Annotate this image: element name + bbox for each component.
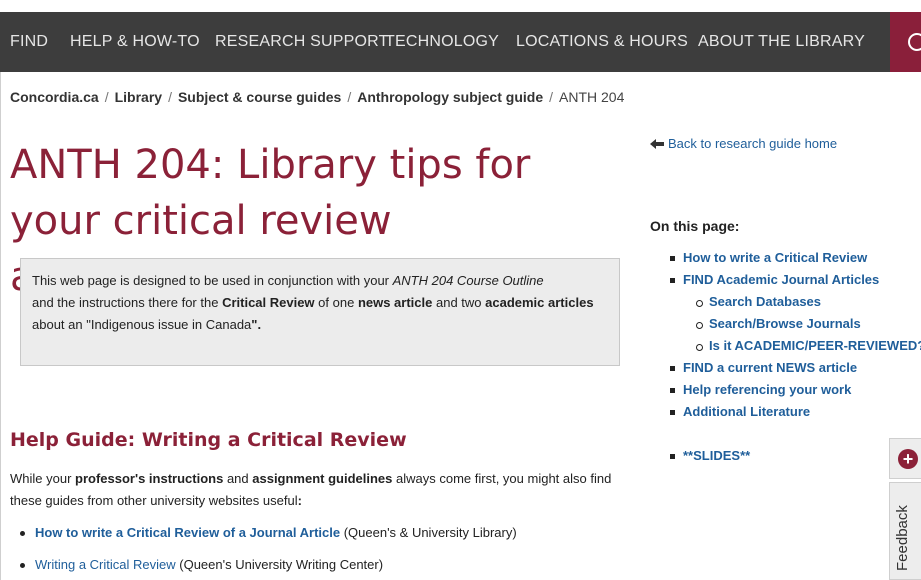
- breadcrumb-current: ANTH 204: [559, 89, 625, 105]
- intro-professor-instructions: professor's instructions: [75, 471, 224, 486]
- list-item: Additional Literature: [670, 403, 921, 425]
- back-to-guide-home-link[interactable]: Back to research guide home: [650, 136, 837, 151]
- breadcrumb-concordia[interactable]: Concordia.ca: [10, 89, 99, 105]
- back-link-label: Back to research guide home: [668, 136, 838, 151]
- toc-find-journal-articles[interactable]: FIND Academic Journal Articles: [683, 272, 879, 287]
- breadcrumb-anthropology-guide[interactable]: Anthropology subject guide: [357, 89, 543, 105]
- feedback-tab[interactable]: Feedback: [889, 482, 921, 580]
- intro-text: and: [223, 471, 253, 486]
- course-notice-box: This web page is designed to be used in …: [20, 258, 620, 366]
- toc-search-browse-journals[interactable]: Search/Browse Journals: [709, 316, 861, 331]
- notice-academic-articles: academic articles: [485, 295, 594, 310]
- nav-research-support[interactable]: RESEARCH SUPPORT: [215, 12, 389, 72]
- list-item: Search Databases: [696, 293, 921, 315]
- intro-assignment-guidelines: assignment guidelines: [252, 471, 393, 486]
- search-icon: [908, 33, 921, 51]
- breadcrumb-separator: /: [168, 89, 172, 105]
- breadcrumb-separator: /: [347, 89, 352, 105]
- guide-link-writing-critical-review[interactable]: Writing a Critical Review: [35, 557, 176, 572]
- intro-text: While your: [10, 471, 76, 486]
- notice-text: This web page is designed to be used in …: [32, 273, 393, 288]
- help-guide-heading: Help Guide: Writing a Critical Review: [10, 429, 407, 451]
- on-this-page-list: How to write a Critical Review FIND Acad…: [670, 249, 921, 469]
- guide-source: (Queen's & University Library): [340, 525, 517, 540]
- breadcrumb-subject-guides[interactable]: Subject & course guides: [178, 89, 341, 105]
- list-item: Search/Browse Journals: [696, 315, 921, 337]
- nav-find[interactable]: FIND: [10, 12, 48, 72]
- top-strip: [0, 0, 921, 12]
- feedback-label: Feedback: [894, 505, 911, 571]
- guide-links-list: How to write a Critical Review of a Jour…: [20, 521, 630, 580]
- toc-find-news-article[interactable]: FIND a current NEWS article: [683, 360, 857, 375]
- guide-source: (Queen's University Writing Center): [175, 557, 384, 572]
- search-button[interactable]: [890, 12, 921, 72]
- guide-link-journal-article[interactable]: How to write a Critical Review of a Jour…: [35, 525, 340, 540]
- nav-locations-hours[interactable]: LOCATIONS & HOURS: [516, 12, 688, 72]
- toc-how-to-write[interactable]: How to write a Critical Review: [683, 250, 867, 265]
- list-item: FIND a current NEWS article: [670, 359, 921, 381]
- side-plus-button[interactable]: +: [889, 438, 921, 479]
- nav-technology[interactable]: TECHNOLOGY: [385, 12, 499, 72]
- on-this-page-heading: On this page:: [650, 218, 740, 234]
- toc-is-it-academic[interactable]: Is it ACADEMIC/PEER-REVIEWED?: [709, 338, 921, 353]
- list-item: How to write a Critical Review: [670, 249, 921, 271]
- toc-slides: **SLIDES**: [683, 448, 751, 463]
- toc-search-databases[interactable]: Search Databases: [709, 294, 821, 309]
- breadcrumb-separator: /: [104, 89, 109, 105]
- page-left-border: [0, 72, 1, 580]
- toc-help-referencing[interactable]: Help referencing your work: [683, 382, 851, 397]
- breadcrumb-library[interactable]: Library: [115, 89, 162, 105]
- list-item: Writing a Critical Review (Queen's Unive…: [20, 553, 630, 580]
- list-item: Is it ACADEMIC/PEER-REVIEWED?: [696, 337, 921, 359]
- list-item: How to write a Critical Review of a Jour…: [20, 521, 630, 553]
- intro-colon: :: [297, 493, 302, 508]
- arrow-left-icon: [650, 139, 664, 149]
- notice-text: of one: [314, 295, 358, 310]
- list-item: FIND Academic Journal Articles: [670, 271, 921, 293]
- list-item: Help referencing your work: [670, 381, 921, 403]
- plus-icon: +: [898, 449, 918, 469]
- notice-text-end: ".: [251, 317, 262, 332]
- notice-text: about an "Indigenous issue in Canada: [32, 317, 252, 332]
- nav-about-the-library[interactable]: ABOUT THE LIBRARY: [698, 12, 865, 72]
- breadcrumb: Concordia.ca / Library / Subject & course gu…: [10, 89, 624, 105]
- main-navigation: FIND HELP & HOW-TO RESEARCH SUPPORT TECH…: [0, 12, 921, 72]
- help-guide-intro: While your professor's instructions and …: [10, 468, 625, 512]
- toc-slides-wrapper[interactable]: **SLIDES**: [683, 448, 750, 463]
- notice-text: and two: [432, 295, 486, 310]
- toc-additional-literature[interactable]: Additional Literature: [683, 404, 810, 419]
- notice-text: and the instructions there for the: [32, 295, 223, 310]
- notice-critical-review: Critical Review: [222, 295, 315, 310]
- breadcrumb-separator: /: [549, 89, 553, 105]
- notice-course-outline: ANTH 204 Course Outline: [392, 273, 544, 288]
- nav-help-how-to[interactable]: HELP & HOW-TO: [70, 12, 200, 72]
- list-item: **SLIDES**: [670, 447, 921, 469]
- notice-news-article: news article: [357, 295, 433, 310]
